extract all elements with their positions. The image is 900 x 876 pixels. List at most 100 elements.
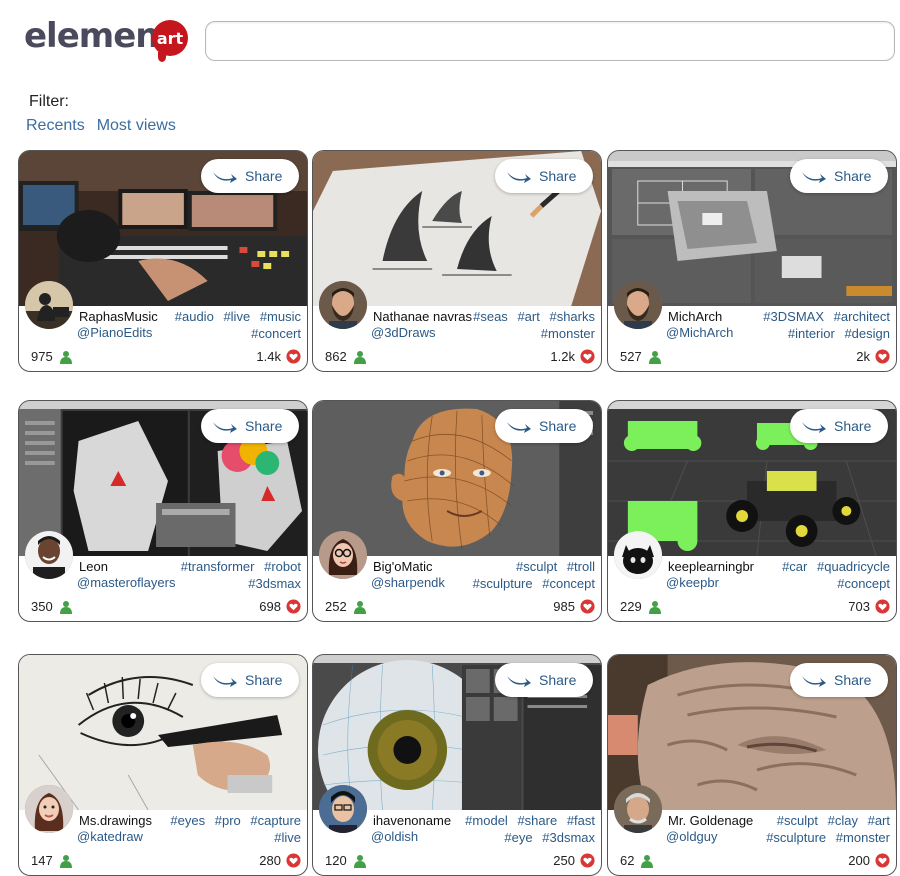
avatar[interactable] (614, 281, 662, 329)
share-button[interactable]: Share (790, 663, 888, 697)
hashtag[interactable]: #architect (834, 309, 890, 324)
hashtag[interactable]: #eyes (170, 813, 205, 828)
avatar[interactable] (319, 531, 367, 579)
hearts-count[interactable]: 2k (856, 349, 890, 364)
hearts-count[interactable]: 280 (259, 853, 301, 868)
likes-count[interactable]: 350 (31, 599, 73, 614)
author-name[interactable]: ihavenoname (373, 813, 451, 828)
hashtag[interactable]: #monster (541, 326, 595, 341)
hashtag[interactable]: #3DSMAX (763, 309, 824, 324)
hashtag[interactable]: #capture (250, 813, 301, 828)
author-name[interactable]: RaphasMusic (79, 309, 158, 324)
likes-count[interactable]: 147 (31, 853, 73, 868)
hashtag[interactable]: #sharks (549, 309, 595, 324)
post-card[interactable]: Share MichArch @MichArch #3DSMAX #archit… (607, 150, 897, 372)
author-handle[interactable]: @keepbr (666, 575, 719, 590)
hearts-count[interactable]: 703 (848, 599, 890, 614)
author-handle[interactable]: @oldguy (666, 829, 718, 844)
likes-count[interactable]: 862 (325, 349, 367, 364)
hashtag[interactable]: #art (868, 813, 890, 828)
hashtag[interactable]: #concept (837, 576, 890, 591)
hashtag[interactable]: #robot (264, 559, 301, 574)
hashtag[interactable]: #sculpt (777, 813, 818, 828)
post-card[interactable]: Share Mr. Goldenage @oldguy #sculpt #cla… (607, 654, 897, 876)
hashtag[interactable]: #fast (567, 813, 595, 828)
hashtag[interactable]: #transformer (181, 559, 255, 574)
likes-count[interactable]: 62 (620, 853, 654, 868)
hearts-count[interactable]: 250 (553, 853, 595, 868)
hashtag[interactable]: #music (260, 309, 301, 324)
hashtag[interactable]: #eye (504, 830, 532, 845)
likes-count[interactable]: 975 (31, 349, 73, 364)
author-handle[interactable]: @sharpendk (371, 575, 445, 590)
hashtag[interactable]: #live (274, 830, 301, 845)
hashtag[interactable]: #share (517, 813, 557, 828)
likes-count[interactable]: 252 (325, 599, 367, 614)
share-button[interactable]: Share (201, 159, 299, 193)
hashtag[interactable]: #3dsmax (542, 830, 595, 845)
author-handle[interactable]: @MichArch (666, 325, 733, 340)
post-card[interactable]: Share Leon @masteroflayers #transformer … (18, 400, 308, 622)
avatar[interactable] (25, 531, 73, 579)
post-card[interactable]: Share Ms.drawings @katedraw #eyes #pro #… (18, 654, 308, 876)
share-button[interactable]: Share (495, 663, 593, 697)
likes-count[interactable]: 120 (325, 853, 367, 868)
hashtag[interactable]: #quadricycle (817, 559, 890, 574)
post-card[interactable]: Share ihavenoname @oldish #model #share … (312, 654, 602, 876)
share-button[interactable]: Share (495, 159, 593, 193)
hashtag[interactable]: #sculpt (516, 559, 557, 574)
author-name[interactable]: Leon (79, 559, 108, 574)
post-card[interactable]: Share RaphasMusic @PianoEdits #audio #li… (18, 150, 308, 372)
avatar[interactable] (319, 785, 367, 833)
hashtag[interactable]: #car (782, 559, 807, 574)
hearts-count[interactable]: 1.4k (256, 349, 301, 364)
hearts-count[interactable]: 698 (259, 599, 301, 614)
author-handle[interactable]: @oldish (371, 829, 418, 844)
post-card[interactable]: Share Big'oMatic @sharpendk #sculpt #tro… (312, 400, 602, 622)
hashtag[interactable]: #3dsmax (248, 576, 301, 591)
likes-count[interactable]: 229 (620, 599, 662, 614)
share-button[interactable]: Share (201, 409, 299, 443)
author-handle[interactable]: @PianoEdits (77, 325, 152, 340)
hearts-count[interactable]: 200 (848, 853, 890, 868)
share-button[interactable]: Share (790, 159, 888, 193)
author-handle[interactable]: @3dDraws (371, 325, 436, 340)
author-name[interactable]: Big'oMatic (373, 559, 433, 574)
hashtag[interactable]: #sculpture (473, 576, 533, 591)
hashtag[interactable]: #troll (567, 559, 595, 574)
avatar[interactable] (25, 785, 73, 833)
hashtag[interactable]: #concert (251, 326, 301, 341)
avatar[interactable] (25, 281, 73, 329)
share-button[interactable]: Share (790, 409, 888, 443)
hashtag[interactable]: #audio (175, 309, 214, 324)
share-button[interactable]: Share (495, 409, 593, 443)
filter-recents[interactable]: Recents (26, 117, 85, 135)
author-name[interactable]: Ms.drawings (79, 813, 152, 828)
share-label: Share (245, 672, 283, 688)
author-handle[interactable]: @katedraw (77, 829, 143, 844)
post-card[interactable]: Share Nathanae navras @3dDraws #seas #ar… (312, 150, 602, 372)
hashtag[interactable]: #seas (473, 309, 508, 324)
hashtag[interactable]: #pro (215, 813, 241, 828)
avatar[interactable] (614, 531, 662, 579)
avatar[interactable] (614, 785, 662, 833)
hashtag[interactable]: #art (517, 309, 539, 324)
likes-count[interactable]: 527 (620, 349, 662, 364)
element-art-logo[interactable]: element art (24, 14, 194, 64)
avatar[interactable] (319, 281, 367, 329)
hashtag[interactable]: #interior (788, 326, 835, 341)
hashtag[interactable]: #design (844, 326, 890, 341)
filter-most-views[interactable]: Most views (97, 117, 176, 135)
post-card[interactable]: Share keeplearningbr @keepbr #car #quadr… (607, 400, 897, 622)
hearts-count[interactable]: 985 (553, 599, 595, 614)
hashtag[interactable]: #monster (836, 830, 890, 845)
hashtag[interactable]: #live (223, 309, 250, 324)
search-input[interactable] (205, 21, 895, 61)
author-name[interactable]: MichArch (668, 309, 722, 324)
hashtag[interactable]: #clay (828, 813, 858, 828)
hashtag[interactable]: #concept (542, 576, 595, 591)
hashtag[interactable]: #sculpture (766, 830, 826, 845)
hashtag[interactable]: #model (465, 813, 508, 828)
share-button[interactable]: Share (201, 663, 299, 697)
hearts-count[interactable]: 1.2k (550, 349, 595, 364)
